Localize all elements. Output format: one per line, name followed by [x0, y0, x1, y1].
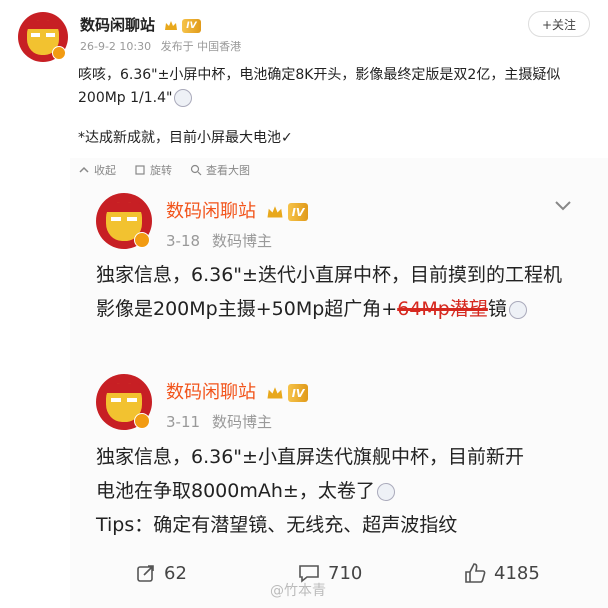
collapse-icon — [79, 166, 89, 173]
chevron-down-icon[interactable] — [553, 197, 573, 213]
quoted-meta: 3-18 数码博主 — [166, 232, 273, 250]
image-actions: 收起 旋转 查看大图 — [78, 162, 250, 178]
doge-emoji-icon — [508, 300, 527, 319]
quoted-author-name[interactable]: 数码闲聊站 IV — [166, 197, 309, 223]
author-name[interactable]: 数码闲聊站 IV — [80, 14, 201, 35]
view-large-button[interactable]: 查看大图 — [190, 162, 250, 178]
repost-button[interactable]: 62 — [136, 563, 187, 584]
crown-icon — [267, 386, 283, 398]
quoted-text: 独家信息，6.36"±迭代小直屏中杯，目前摸到的工程机影像是200Mp主摄+50… — [96, 264, 562, 320]
thumbs-up-icon — [465, 563, 486, 583]
vip-level-badge: IV — [287, 384, 309, 402]
doge-emoji-icon — [376, 482, 395, 501]
crown-icon — [267, 205, 283, 217]
struck-text: 64Mp潜望 — [397, 298, 488, 320]
rotate-button[interactable]: 旋转 — [134, 162, 172, 178]
crown-icon — [165, 20, 178, 30]
like-count: 4185 — [494, 562, 540, 584]
vip-level-badge: IV — [182, 18, 201, 33]
comment-count: 710 — [328, 562, 363, 584]
like-button[interactable]: 4185 — [464, 562, 540, 584]
verified-badge-icon — [134, 413, 150, 429]
rotate-icon — [135, 165, 145, 175]
follow-button[interactable]: +关注 — [528, 11, 590, 37]
vip-level-badge: IV — [287, 203, 309, 221]
watermark: @竹本青 — [270, 583, 326, 599]
interaction-bar: 62 710 4185 — [70, 555, 608, 591]
repost-count: 62 — [164, 562, 187, 584]
doge-emoji-icon — [174, 89, 193, 107]
post-paragraph: *达成新成就，目前小屏最大电池✓ — [78, 130, 293, 146]
quoted-meta: 3-11 数码博主 — [166, 413, 273, 431]
zoom-icon — [190, 164, 202, 176]
post-paragraph: 咳咳，6.36"±小屏中杯，电池确定8K开头，影像最终定版是双2亿，主摄疑似20… — [78, 67, 561, 107]
post-meta: 26-9-2 10:30 发布于 中国香港 — [80, 38, 241, 54]
quoted-text: 独家信息，6.36"±小直屏迭代旗舰中杯，目前新开 电池在争取8000mAh±，… — [96, 446, 524, 536]
quoted-author-name[interactable]: 数码闲聊站 IV — [166, 378, 309, 404]
verified-badge-icon — [52, 46, 66, 60]
post-source: 发布于 中国香港 — [160, 40, 242, 53]
post-timestamp: 26-9-2 10:30 — [80, 40, 152, 53]
verified-badge-icon — [134, 232, 150, 248]
post-body: 咳咳，6.36"±小屏中杯，电池确定8K开头，影像最终定版是双2亿，主摄疑似20… — [78, 64, 578, 150]
repost-icon — [137, 565, 154, 582]
collapse-button[interactable]: 收起 — [78, 162, 116, 178]
